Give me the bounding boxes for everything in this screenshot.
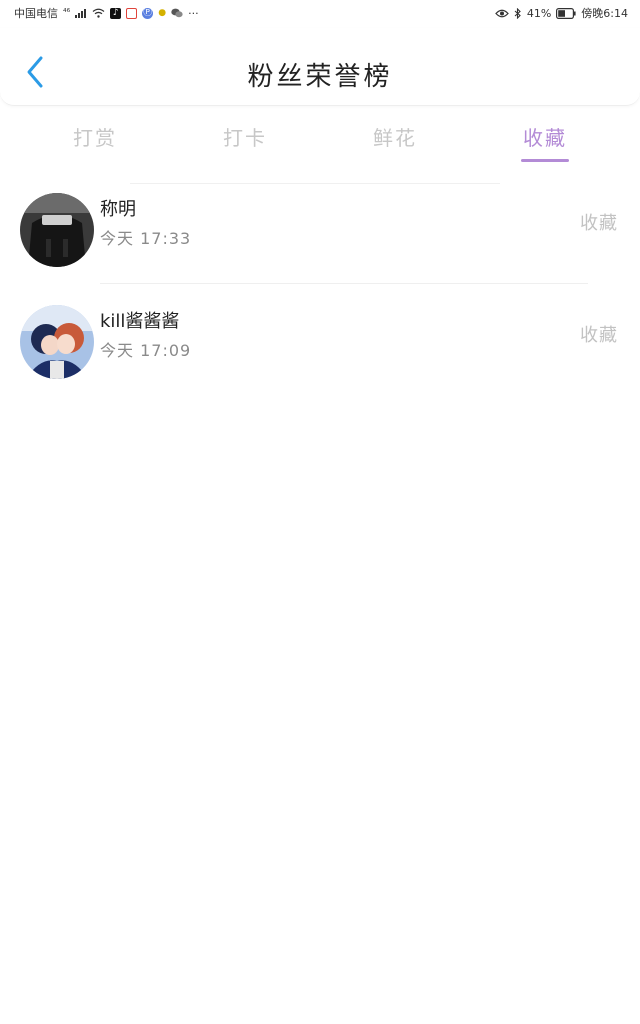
tab-favorites[interactable]: 收藏 xyxy=(523,122,567,151)
page-title: 粉丝荣誉榜 xyxy=(247,62,393,92)
status-right: 41% 傍晚6:14 xyxy=(495,5,628,21)
tab-tip[interactable]: 打赏 xyxy=(73,122,117,151)
item-action-label: 收藏 xyxy=(580,213,618,234)
bulb-app-icon: ● xyxy=(158,7,167,18)
bluetooth-icon xyxy=(514,7,522,19)
clock-time: 傍晚6:14 xyxy=(581,7,628,20)
item-time: 今天 17:09 xyxy=(100,341,192,360)
header-bar: 粉丝荣誉榜 xyxy=(0,28,640,106)
eye-icon xyxy=(495,9,509,18)
item-action-label: 收藏 xyxy=(580,325,618,346)
tab-flowers[interactable]: 鲜花 xyxy=(373,122,417,151)
row-divider xyxy=(100,283,588,284)
status-left: 中国电信 ⁴⁶ ♪ Ⓟ ● ··· xyxy=(14,5,199,21)
avatar xyxy=(20,193,94,267)
tiktok-app-icon: ♪ xyxy=(110,7,122,19)
tab-bar: 打赏 打卡 鲜花 收藏 xyxy=(0,114,640,166)
signal-icon xyxy=(75,8,87,18)
red-app-icon xyxy=(126,7,138,19)
user-name: 称明 xyxy=(100,199,136,220)
wechat-icon xyxy=(171,8,183,18)
more-notifications: ··· xyxy=(188,6,199,20)
active-tab-indicator xyxy=(521,159,569,162)
signal-type-label: ⁴⁶ xyxy=(63,7,71,18)
list-item[interactable]: 称明 今天 17:33 收藏 xyxy=(0,183,640,295)
tab-checkin[interactable]: 打卡 xyxy=(223,122,267,151)
status-bar: 中国电信 ⁴⁶ ♪ Ⓟ ● ··· 41% 傍晚6:14 xyxy=(0,0,640,26)
wifi-icon xyxy=(92,8,105,18)
list-item[interactable]: kill酱酱酱 今天 17:09 收藏 xyxy=(0,295,640,407)
item-time: 今天 17:33 xyxy=(100,229,192,248)
carrier-label: 中国电信 xyxy=(14,7,58,20)
user-name: kill酱酱酱 xyxy=(100,311,180,332)
battery-icon xyxy=(556,7,576,19)
blue-app-icon: Ⓟ xyxy=(142,7,154,19)
battery-percent: 41% xyxy=(526,6,552,20)
avatar xyxy=(20,305,94,379)
